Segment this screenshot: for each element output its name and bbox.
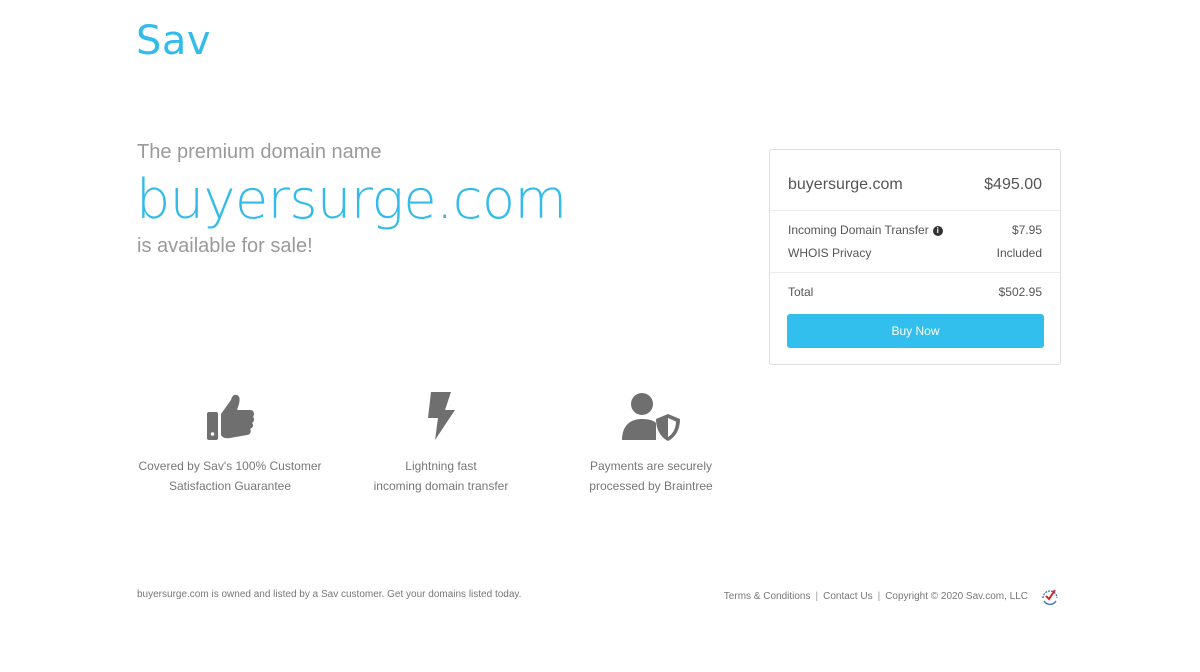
copyright-text: Copyright © 2020 Sav.com, LLC xyxy=(885,590,1028,602)
transfer-label: Incoming Domain Transfer xyxy=(788,223,929,237)
card-domain-price: $495.00 xyxy=(984,176,1042,193)
card-domain-row: buyersurge.com $495.00 xyxy=(788,176,1042,194)
transfer-price: $7.95 xyxy=(1011,223,1042,237)
whois-label: WHOIS Privacy xyxy=(788,246,872,260)
total-label: Total xyxy=(788,285,814,299)
feature-payments: Payments are securely processed by Brain… xyxy=(551,386,751,496)
hero-domain-name: buyersurge.com xyxy=(136,168,567,231)
security-seal-icon[interactable] xyxy=(1040,586,1060,606)
hero-intro: The premium domain name xyxy=(137,141,382,163)
feature-guarantee-line1: Covered by Sav's 100% Customer xyxy=(138,459,322,473)
transfer-row: Incoming Domain Transfer i $7.95 xyxy=(788,223,1042,237)
feature-payments-line1: Payments are securely xyxy=(589,459,713,473)
total-value: $502.95 xyxy=(998,285,1042,299)
card-domain-name: buyersurge.com xyxy=(788,176,903,193)
feature-transfer-line1: Lightning fast xyxy=(405,459,477,473)
feature-payments-line2: processed by Braintree xyxy=(589,479,713,493)
feature-transfer: Lightning fast incoming domain transfer xyxy=(341,386,541,496)
card-divider xyxy=(770,210,1060,211)
total-row: Total $502.95 xyxy=(788,285,1042,299)
feature-guarantee-line2: Satisfaction Guarantee xyxy=(168,479,292,493)
card-divider xyxy=(770,272,1060,273)
purchase-card: buyersurge.com $495.00 Incoming Domain T… xyxy=(769,149,1061,365)
footer-separator: | xyxy=(815,590,819,602)
terms-link[interactable]: Terms & Conditions xyxy=(724,591,811,602)
footer-separator: | xyxy=(877,590,881,602)
lightning-icon xyxy=(428,392,455,440)
feature-guarantee: Covered by Sav's 100% Customer Satisfact… xyxy=(130,386,330,496)
whois-row: WHOIS Privacy Included xyxy=(788,246,1042,260)
sav-logo[interactable]: Sav xyxy=(136,18,211,64)
whois-value: Included xyxy=(996,246,1042,260)
buy-now-button[interactable]: Buy Now xyxy=(787,314,1044,348)
info-icon[interactable]: i xyxy=(932,225,943,236)
contact-link[interactable]: Contact Us xyxy=(823,591,872,602)
thumbs-up-icon xyxy=(207,394,255,440)
hero-availability: is available for sale! xyxy=(137,235,313,257)
footer-listing-note[interactable]: buyersurge.com is owned and listed by a … xyxy=(137,589,521,600)
user-shield-icon xyxy=(622,393,680,441)
feature-transfer-line2: incoming domain transfer xyxy=(373,479,509,493)
footer-links: Terms & Conditions | Contact Us | Copyri… xyxy=(724,586,1060,606)
